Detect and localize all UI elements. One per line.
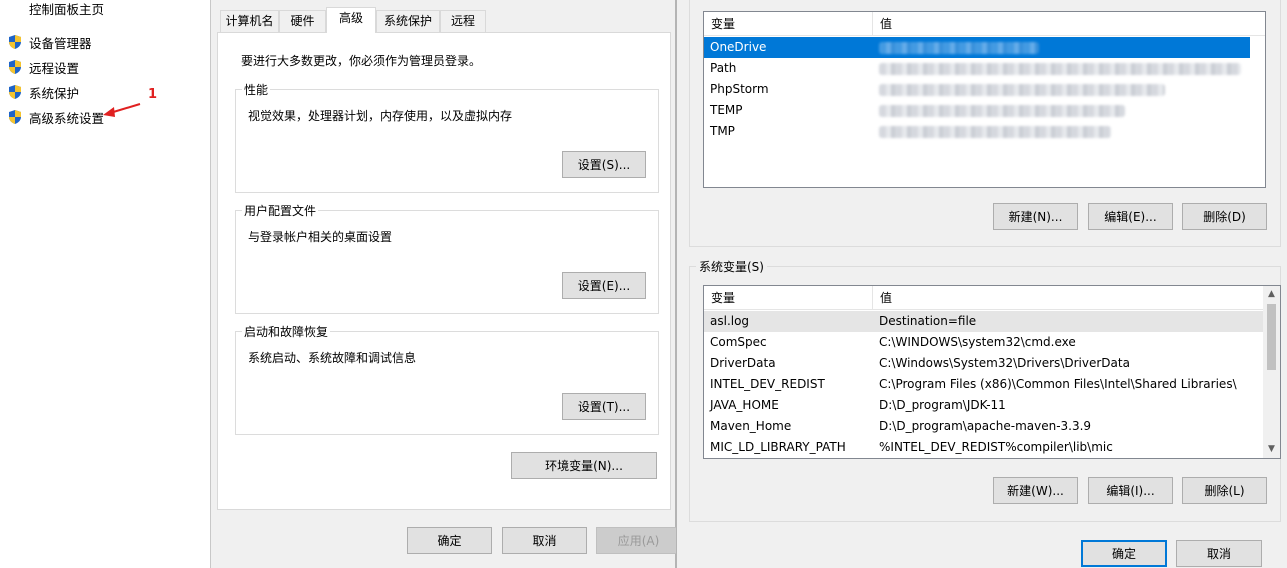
startup-recovery-group: 启动和故障恢复 系统启动、系统故障和调试信息 设置(T)... — [235, 323, 659, 435]
variable-name: JAVA_HOME — [710, 398, 779, 412]
group-description: 视觉效果，处理器计划，内存使用，以及虚拟内存 — [248, 109, 513, 123]
control-panel-home-link[interactable]: 控制面板主页 — [29, 0, 104, 18]
column-header-value[interactable]: 值 — [873, 12, 1265, 36]
system-delete-button[interactable]: 删除(L) — [1182, 477, 1267, 504]
uac-shield-icon — [9, 35, 21, 49]
performance-group: 性能 视觉效果，处理器计划，内存使用，以及虚拟内存 设置(S)... — [235, 81, 659, 193]
table-row[interactable]: OneDrive — [704, 37, 1250, 58]
variable-value-redacted — [879, 100, 1125, 121]
sidebar-item-label: 远程设置 — [29, 60, 80, 76]
tab-remote[interactable]: 远程 — [440, 10, 486, 32]
variable-value-redacted — [879, 37, 1039, 58]
system-variables-title: 系统变量(S) — [696, 258, 767, 275]
cancel-button[interactable]: 取消 — [502, 527, 587, 554]
variable-value-redacted — [879, 58, 1241, 79]
variable-name: Path — [710, 61, 737, 75]
variable-value: D:\D_program\JDK-11 — [879, 398, 1006, 412]
scroll-down-icon[interactable]: ▼ — [1263, 441, 1280, 458]
user-edit-button[interactable]: 编辑(E)... — [1088, 203, 1173, 230]
variable-value: C:\WINDOWS\system32\cmd.exe — [879, 335, 1076, 349]
group-description: 与登录帐户相关的桌面设置 — [248, 230, 393, 244]
scroll-up-icon[interactable]: ▲ — [1263, 286, 1280, 303]
variable-value: C:\Program Files (x86)\Common Files\Inte… — [879, 377, 1237, 391]
environment-variables-button[interactable]: 环境变量(N)... — [511, 452, 657, 479]
uac-shield-icon — [9, 85, 21, 99]
group-title: 启动和故障恢复 — [242, 323, 331, 340]
startup-recovery-settings-button[interactable]: 设置(T)... — [562, 393, 646, 420]
annotation-label-1: 1 — [148, 87, 158, 102]
group-description: 系统启动、系统故障和调试信息 — [248, 351, 417, 365]
scrollbar-thumb[interactable] — [1267, 304, 1276, 370]
user-profiles-group: 用户配置文件 与登录帐户相关的桌面设置 设置(E)... — [235, 202, 659, 314]
variable-name: INTEL_DEV_REDIST — [710, 377, 825, 391]
variable-value: %INTEL_DEV_REDIST%compiler\lib\mic — [879, 440, 1113, 454]
system-variables-frame: 系统变量(S) 变量 值 asl.log Destination=file Co… — [689, 258, 1281, 522]
table-row[interactable]: MIC_LD_LIBRARY_PATH %INTEL_DEV_REDIST%co… — [704, 437, 1280, 458]
sidebar-item-label: 高级系统设置 — [29, 110, 105, 126]
variable-name: Maven_Home — [710, 419, 792, 433]
env-cancel-button[interactable]: 取消 — [1176, 540, 1262, 567]
list-header: 变量 值 — [704, 12, 1265, 36]
tab-computer-name[interactable]: 计算机名 — [220, 10, 279, 32]
system-new-button[interactable]: 新建(W)... — [993, 477, 1078, 504]
variable-name: asl.log — [710, 314, 750, 328]
variable-name: ComSpec — [710, 335, 767, 349]
system-variables-list[interactable]: 变量 值 asl.log Destination=file ComSpec C:… — [703, 285, 1281, 459]
sidebar-item-label: 设备管理器 — [29, 35, 92, 51]
variable-value: D:\D_program\apache-maven-3.3.9 — [879, 419, 1092, 433]
group-title: 性能 — [242, 81, 271, 98]
system-edit-button[interactable]: 编辑(I)... — [1088, 477, 1173, 504]
ok-button[interactable]: 确定 — [407, 527, 492, 554]
table-row[interactable]: ComSpec C:\WINDOWS\system32\cmd.exe — [704, 332, 1280, 353]
sidebar-item-device-manager[interactable]: 设备管理器 — [7, 32, 92, 52]
variable-name: TMP — [710, 124, 735, 138]
variable-value-redacted — [879, 121, 1111, 142]
variable-value: Destination=file — [879, 314, 977, 328]
apply-button[interactable]: 应用(A) — [596, 527, 681, 554]
variable-name: PhpStorm — [710, 82, 769, 96]
tab-hardware[interactable]: 硬件 — [279, 10, 326, 32]
performance-settings-button[interactable]: 设置(S)... — [562, 151, 646, 178]
uac-shield-icon — [9, 60, 21, 74]
sidebar-item-system-protection[interactable]: 系统保护 — [7, 82, 79, 102]
column-header-value[interactable]: 值 — [873, 286, 1265, 310]
system-properties-dialog: 计算机名 硬件 高级 系统保护 远程 要进行大多数更改，你必须作为管理员登录。 … — [210, 0, 681, 568]
user-variables-frame: 变量 值 OneDrive Path PhpStorm TEMP TMP 新建(… — [689, 0, 1281, 247]
table-row[interactable]: DriverData C:\Windows\System32\Drivers\D… — [704, 353, 1280, 374]
variable-name: OneDrive — [710, 40, 767, 54]
tab-advanced[interactable]: 高级 — [326, 7, 376, 33]
table-row[interactable]: TEMP — [704, 100, 1265, 121]
uac-shield-icon — [9, 110, 21, 124]
user-profiles-settings-button[interactable]: 设置(E)... — [562, 272, 646, 299]
environment-variables-dialog: 变量 值 OneDrive Path PhpStorm TEMP TMP 新建(… — [676, 0, 1287, 568]
column-header-variable[interactable]: 变量 — [704, 12, 873, 36]
table-row[interactable]: TMP — [704, 121, 1265, 142]
list-header: 变量 值 — [704, 286, 1280, 310]
group-title: 用户配置文件 — [242, 202, 319, 219]
table-row[interactable]: Path — [704, 58, 1265, 79]
sidebar-item-advanced-settings[interactable]: 高级系统设置 — [7, 107, 104, 127]
sidebar-item-label: 系统保护 — [29, 85, 80, 101]
column-header-variable[interactable]: 变量 — [704, 286, 873, 310]
variable-name: MIC_LD_LIBRARY_PATH — [710, 440, 846, 454]
user-delete-button[interactable]: 删除(D) — [1182, 203, 1267, 230]
tab-system-protection[interactable]: 系统保护 — [376, 10, 440, 32]
variable-value: C:\Windows\System32\Drivers\DriverData — [879, 356, 1130, 370]
variable-value-redacted — [879, 79, 1165, 100]
table-row[interactable]: JAVA_HOME D:\D_program\JDK-11 — [704, 395, 1280, 416]
variable-name: TEMP — [710, 103, 743, 117]
table-row[interactable]: PhpStorm — [704, 79, 1265, 100]
table-row[interactable]: asl.log Destination=file — [704, 311, 1265, 332]
user-variables-list[interactable]: 变量 值 OneDrive Path PhpStorm TEMP TMP — [703, 11, 1266, 188]
admin-note: 要进行大多数更改，你必须作为管理员登录。 — [241, 54, 482, 68]
env-ok-button[interactable]: 确定 — [1081, 540, 1167, 567]
vertical-scrollbar[interactable]: ▲ ▼ — [1263, 286, 1280, 458]
table-row[interactable]: INTEL_DEV_REDIST C:\Program Files (x86)\… — [704, 374, 1280, 395]
table-row[interactable]: Maven_Home D:\D_program\apache-maven-3.3… — [704, 416, 1280, 437]
user-new-button[interactable]: 新建(N)... — [993, 203, 1078, 230]
control-panel-sidebar: 控制面板主页 设备管理器 远程设置 系统保护 高级系统设置 — [0, 0, 210, 568]
sidebar-item-remote-settings[interactable]: 远程设置 — [7, 57, 79, 77]
variable-name: DriverData — [710, 356, 776, 370]
